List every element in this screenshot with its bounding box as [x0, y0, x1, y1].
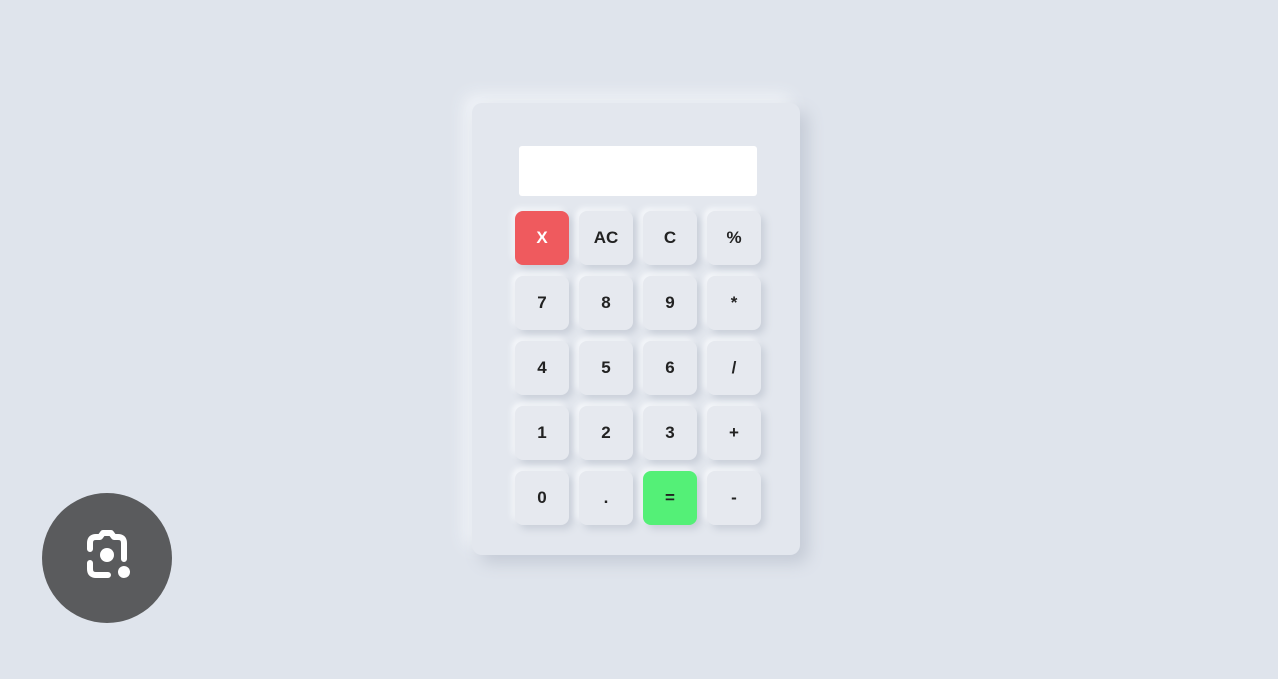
- digit-4-button[interactable]: 4: [515, 341, 569, 395]
- digit-3-button[interactable]: 3: [643, 406, 697, 460]
- calculator-display[interactable]: [519, 146, 757, 196]
- multiply-button[interactable]: *: [707, 276, 761, 330]
- digit-5-button[interactable]: 5: [579, 341, 633, 395]
- keypad: X AC C% 7 8 9 * 4 5 6/ 1 2 3 +0. = -: [515, 211, 761, 525]
- all-clear-button[interactable]: AC: [579, 211, 633, 265]
- google-lens-button[interactable]: [42, 493, 172, 623]
- digit-9-button[interactable]: 9: [643, 276, 697, 330]
- clear-button[interactable]: C: [643, 211, 697, 265]
- subtract-button[interactable]: -: [707, 471, 761, 525]
- equals-button[interactable]: =: [643, 471, 697, 525]
- decimal-button[interactable]: .: [579, 471, 633, 525]
- divide-button[interactable]: /: [707, 341, 761, 395]
- digit-6-button[interactable]: 6: [643, 341, 697, 395]
- digit-1-button[interactable]: 1: [515, 406, 569, 460]
- google-lens-icon: [87, 530, 130, 578]
- digit-8-button[interactable]: 8: [579, 276, 633, 330]
- add-button[interactable]: +: [707, 406, 761, 460]
- percent-button[interactable]: %: [707, 211, 761, 265]
- calculator: X AC C% 7 8 9 * 4 5 6/ 1 2 3 +0. = -: [472, 103, 800, 555]
- digit-7-button[interactable]: 7: [515, 276, 569, 330]
- digit-0-button[interactable]: 0: [515, 471, 569, 525]
- digit-2-button[interactable]: 2: [579, 406, 633, 460]
- delete-button[interactable]: X: [515, 211, 569, 265]
